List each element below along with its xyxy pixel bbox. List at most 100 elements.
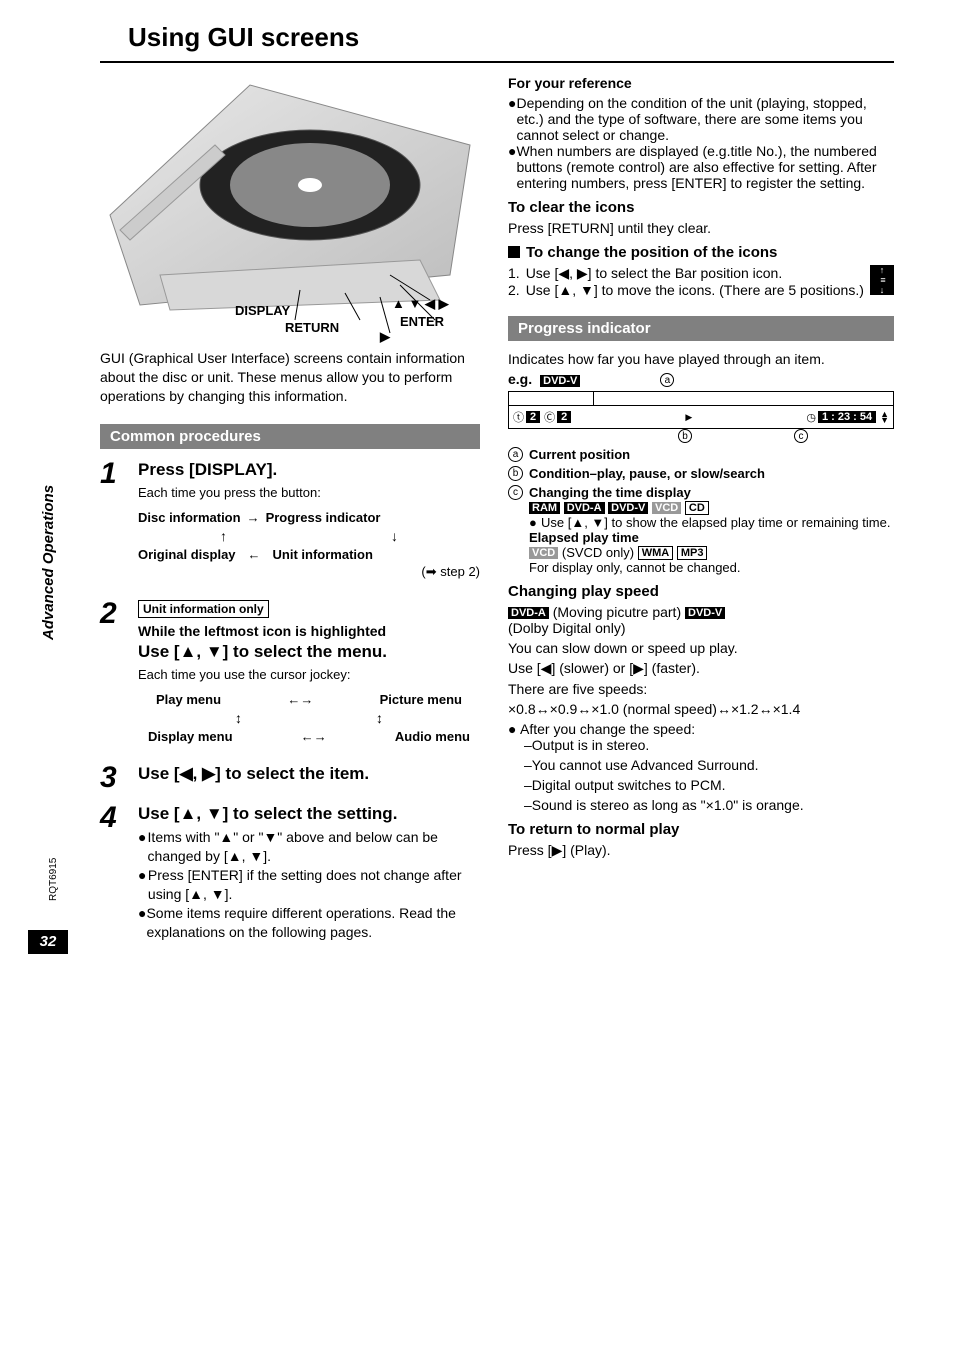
speed-after-item: –You cannot use Advanced Surround. <box>524 757 894 773</box>
cycle-top-right: Progress indicator <box>266 509 381 527</box>
speed-after-item: –Sound is stereo as long as "×1.0" is or… <box>524 797 894 813</box>
s4-bullet: Press [ENTER] if the setting does not ch… <box>148 866 480 904</box>
right-column: For your reference ●Depending on the con… <box>508 75 894 952</box>
ref-bullet: When numbers are displayed (e.g.title No… <box>516 143 894 191</box>
elapsed-heading: Elapsed play time <box>529 530 894 545</box>
elapsed-badges: VCD (SVCD only) WMA MP3 <box>529 545 894 560</box>
step-heading: Use [◀, ▶] to select the item. <box>138 763 480 786</box>
return-body: Press [▶] (Play). <box>508 842 894 859</box>
speed-line: You can slow down or speed up play. <box>508 640 894 656</box>
badge-plain: (Moving picutre part) <box>553 604 681 620</box>
annotation-row: c Changing the time display RAM DVD-A DV… <box>508 485 894 575</box>
page-number: 32 <box>28 930 68 954</box>
step-body: Use [◀, ▶] to select the item. <box>138 763 480 793</box>
speed-badges: DVD-A (Moving picutre part) DVD-V <box>508 604 894 620</box>
progress-bar-graphic: ⓣ 2 Ⓒ 2 ▶ ◷ 1 : 23 : 54 ▲▼ <box>508 391 894 429</box>
annot-pointers: b c <box>508 429 894 443</box>
clear-body: Press [RETURN] until they clear. <box>508 220 894 236</box>
callout-return: RETURN <box>285 320 339 335</box>
ref-header: For your reference <box>508 75 894 91</box>
annotation-row: b Condition–play, pause, or slow/search <box>508 466 894 481</box>
title-bar: Using GUI screens <box>100 20 894 63</box>
page: Using GUI screens <box>0 0 954 972</box>
annotation-row: a Current position <box>508 447 894 462</box>
pos-step: Use [◀, ▶] to select the Bar position ic… <box>508 265 864 282</box>
badge: VCD <box>529 547 558 559</box>
rqt-code: RQT6915 <box>48 857 59 900</box>
cycle2-top-right: Picture menu <box>380 691 462 709</box>
s4-bullet: Some items require different operations.… <box>146 904 480 942</box>
badge: CD <box>685 501 709 515</box>
step-number: 1 <box>100 459 138 589</box>
step-body: Use [▲, ▼] to select the setting. ●Items… <box>138 803 480 941</box>
eg-badge: DVD-V <box>540 375 580 387</box>
info-cycle: Disc information → Progress indicator ↑↓… <box>138 509 480 581</box>
section-header-common: Common procedures <box>100 424 480 449</box>
speed-after-list: –Output is in stereo. –You cannot use Ad… <box>508 737 894 813</box>
device-illustration: DISPLAY RETURN ▲ ▼ ◀ ▶ ENTER ▶ <box>100 75 480 335</box>
step-body: Unit information only While the leftmost… <box>138 599 480 754</box>
annot-b-ptr: b <box>678 429 692 443</box>
annot-letter: a <box>508 447 523 462</box>
cycle-note: (➡ step 2) <box>138 563 480 581</box>
annot-a-ptr: a <box>660 373 674 387</box>
annot-label: Condition–play, pause, or slow/search <box>529 466 765 481</box>
badge: WMA <box>638 546 674 560</box>
updown-icon: ▲▼ <box>880 411 889 424</box>
bar-position-icon: ↑≡↓ <box>870 265 894 295</box>
callout-enter: ENTER <box>400 314 444 329</box>
speed-header: Changing play speed <box>508 583 894 600</box>
annot-c-badges: RAM DVD-A DVD-V VCD CD <box>529 500 894 515</box>
callout-arrows: ▲ ▼ ◀ ▶ <box>392 296 449 312</box>
badge: DVD-A <box>508 607 549 619</box>
speed-line: There are five speeds: <box>508 681 894 697</box>
step-row: 2 Unit information only While the leftmo… <box>100 599 480 754</box>
callout-display: DISPLAY <box>235 303 290 318</box>
progress-timeline <box>509 392 893 406</box>
return-header: To return to normal play <box>508 821 894 838</box>
step-row: 1 Press [DISPLAY]. Each time you press t… <box>100 459 480 589</box>
annot-c-bullet: Use [▲, ▼] to show the elapsed play time… <box>541 515 890 530</box>
time-val: 1 : 23 : 54 <box>818 411 876 423</box>
cycle2-bottom-left: Display menu <box>148 728 233 746</box>
badge: DVD-V <box>608 502 648 514</box>
box-label: Unit information only <box>138 600 269 618</box>
annot-letter: b <box>508 466 523 481</box>
intro-text: GUI (Graphical User Interface) screens c… <box>100 349 480 406</box>
progress-marker <box>593 392 594 406</box>
step-sub: Each time you press the button: <box>138 484 480 502</box>
elapsed-note: For display only, cannot be changed. <box>529 560 894 575</box>
badge: DVD-V <box>685 607 725 619</box>
title-field: ⓣ 2 <box>513 409 540 425</box>
section-header-progress: Progress indicator <box>508 316 894 341</box>
pos-steps: Use [◀, ▶] to select the Bar position ic… <box>508 265 864 298</box>
speed-after-item: –Digital output switches to PCM. <box>524 777 894 793</box>
callout-play: ▶ <box>380 329 390 345</box>
sidebar-label: Advanced Operations <box>40 485 57 640</box>
badge-plain: (SVCD only) <box>562 545 634 560</box>
progress-intro: Indicates how far you have played throug… <box>508 351 894 367</box>
page-title: Using GUI screens <box>100 20 894 61</box>
step-heading: Press [DISPLAY]. <box>138 459 480 482</box>
annot-label: Current position <box>529 447 630 462</box>
badge: RAM <box>529 502 560 514</box>
chapter-field: Ⓒ 2 <box>544 409 571 425</box>
step-sub: Each time you use the cursor jockey: <box>138 666 480 684</box>
step-row: 4 Use [▲, ▼] to select the setting. ●Ite… <box>100 803 480 941</box>
speed-line: (Dolby Digital only) <box>508 620 894 636</box>
clock-icon: ◷ <box>806 411 816 424</box>
step-heading: Use [▲, ▼] to select the menu. <box>138 641 480 664</box>
columns: DISPLAY RETURN ▲ ▼ ◀ ▶ ENTER ▶ GUI (Grap… <box>100 75 894 952</box>
annot-c-ptr: c <box>794 429 808 443</box>
eg-label: e.g. <box>508 371 532 387</box>
time-field: ◷ 1 : 23 : 54 <box>806 411 876 424</box>
badge: MP3 <box>677 546 708 560</box>
play-state: ▶ <box>575 412 802 423</box>
step-number: 4 <box>100 803 138 941</box>
title-num: 2 <box>526 411 540 423</box>
left-column: DISPLAY RETURN ▲ ▼ ◀ ▶ ENTER ▶ GUI (Grap… <box>100 75 480 952</box>
badge: VCD <box>652 502 681 514</box>
pos-header: To change the position of the icons <box>508 244 894 261</box>
step-number: 2 <box>100 599 138 754</box>
cycle2-top-left: Play menu <box>156 691 221 709</box>
